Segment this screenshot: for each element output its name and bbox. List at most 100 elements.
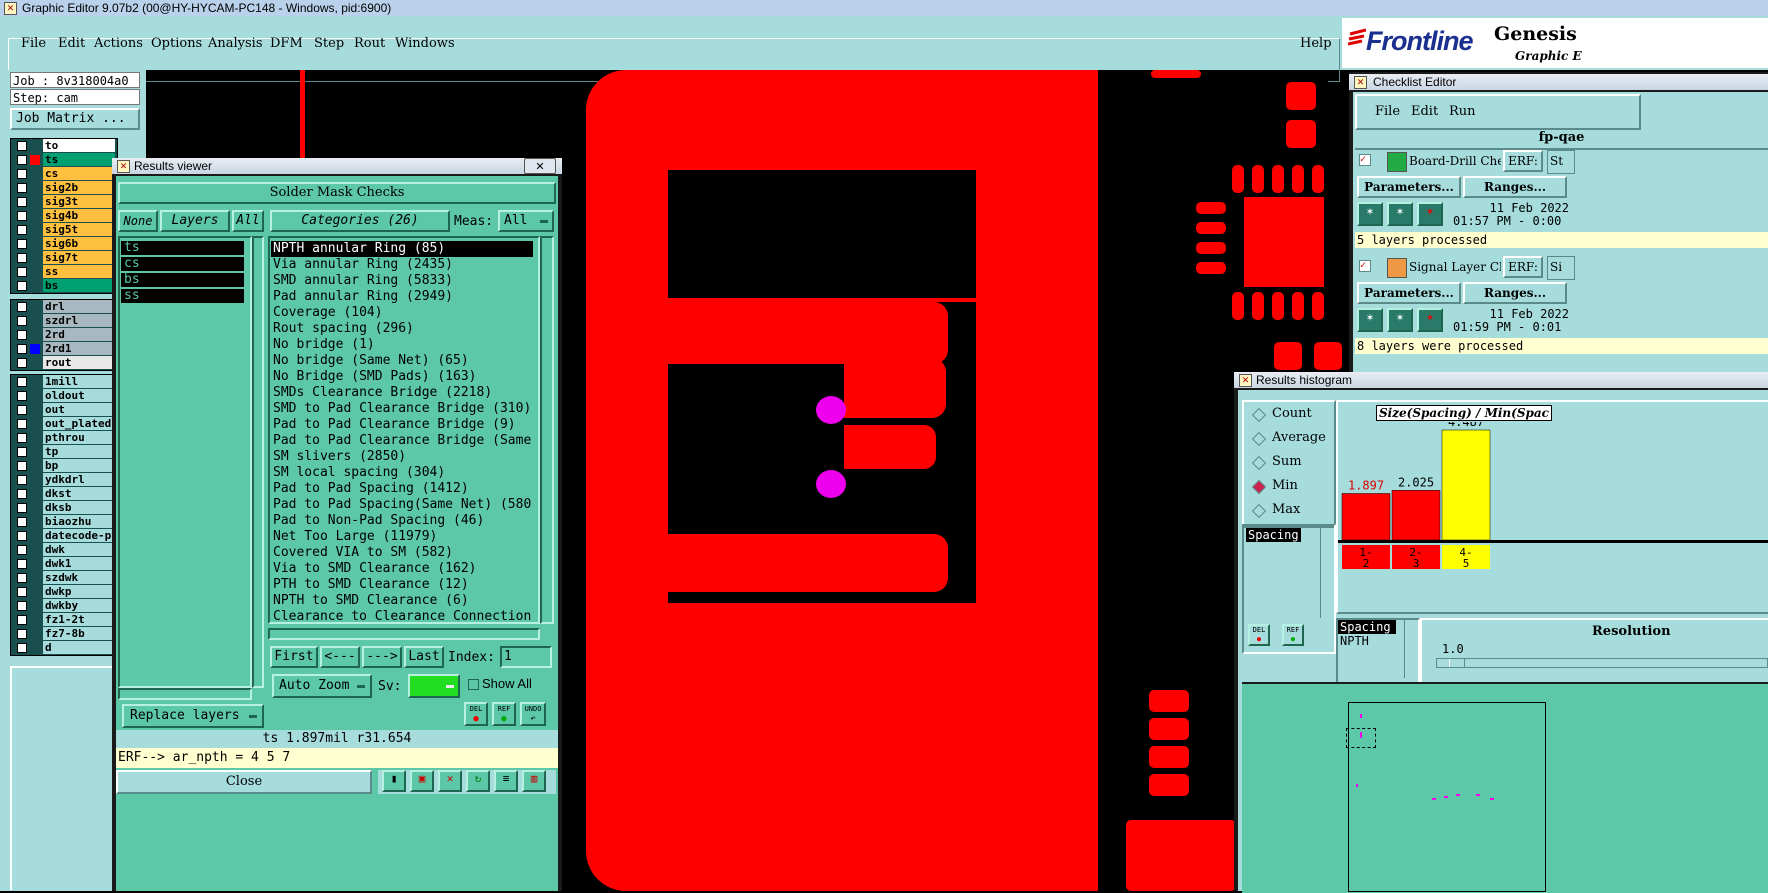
radio-icon[interactable] (1251, 479, 1267, 495)
category-item[interactable]: Pad annular Ring (2949) (271, 289, 538, 305)
replace-layers-dropdown[interactable]: Replace layers (122, 704, 264, 728)
violation-marker[interactable] (816, 470, 846, 498)
radio-icon[interactable] (1251, 503, 1267, 519)
layer-checkbox[interactable] (17, 433, 27, 443)
category-item[interactable]: Via to SMD Clearance (162) (271, 561, 538, 577)
category-item[interactable]: Pad to Pad Clearance Bridge (9) (271, 417, 538, 433)
layer-checkbox[interactable] (17, 344, 27, 354)
category-item[interactable]: NPTH to SMD Clearance (6) (271, 593, 538, 609)
category-item[interactable]: NPTH annular Ring (85) (271, 241, 533, 257)
layer-checkbox[interactable] (17, 531, 27, 541)
layer-checkbox[interactable] (17, 517, 27, 527)
categories-hscrollbar[interactable] (268, 628, 540, 640)
layers-button[interactable]: Layers (160, 210, 230, 232)
check-parameters-button[interactable]: Parameters... (1357, 282, 1461, 304)
all-layers-button[interactable]: All (232, 210, 264, 232)
run-check-icon[interactable]: ✶ (1357, 202, 1383, 226)
layer-row-bs[interactable]: bs (11, 279, 117, 293)
layer-row-out_plated[interactable]: out_plated (11, 417, 117, 431)
layer-checkbox[interactable] (17, 239, 27, 249)
layer-checkbox[interactable] (17, 503, 27, 513)
prev-button[interactable]: <--- (320, 646, 360, 668)
measure-list-2[interactable]: Spacing NPTH (1336, 618, 1420, 684)
mode-option-count[interactable]: Count (1250, 406, 1330, 424)
layer-checkbox[interactable] (17, 281, 27, 291)
category-item[interactable]: SM slivers (2850) (271, 449, 538, 465)
category-item[interactable]: SM local spacing (304) (271, 465, 538, 481)
stop-check-icon[interactable]: ✶ (1417, 202, 1443, 226)
layer-checkbox[interactable] (17, 447, 27, 457)
layer-row-to[interactable]: to (11, 139, 117, 153)
checklist-menu-edit[interactable]: Edit (1411, 104, 1438, 119)
category-item[interactable]: SMD to Pad Clearance Bridge (310) (271, 401, 538, 417)
category-item[interactable]: No bridge (Same Net) (65) (271, 353, 538, 369)
menu-file[interactable]: File (21, 36, 46, 51)
layer-checkbox[interactable] (17, 573, 27, 583)
layer-row-sig7t[interactable]: sig7t (11, 251, 117, 265)
sv-color-dropdown[interactable] (408, 674, 460, 698)
layer-row-pthrou[interactable]: pthrou (11, 431, 117, 445)
category-item[interactable]: Pad to Pad Clearance Bridge (Same (271, 433, 538, 449)
result-layer-item[interactable]: ss (121, 289, 244, 303)
toolbar-refresh-icon[interactable]: ↻ (466, 770, 490, 792)
category-item[interactable]: SMD annular Ring (5833) (271, 273, 538, 289)
mode-option-max[interactable]: Max (1250, 502, 1330, 520)
check-ranges-button[interactable]: Ranges... (1463, 176, 1567, 198)
layer-checkbox[interactable] (17, 141, 27, 151)
check-parameters-button[interactable]: Parameters... (1357, 176, 1461, 198)
layer-checkbox[interactable] (17, 391, 27, 401)
job-matrix-button[interactable]: Job Matrix ... (10, 108, 140, 130)
layer-checkbox[interactable] (17, 559, 27, 569)
auto-zoom-dropdown[interactable]: Auto Zoom (272, 674, 372, 698)
layer-row-1mill[interactable]: 1mill (11, 375, 117, 389)
layer-checkbox[interactable] (17, 316, 27, 326)
layer-row-sig6b[interactable]: sig6b (11, 237, 117, 251)
category-item[interactable]: Pad to Pad Spacing(Same Net) (580 (271, 497, 538, 513)
layer-checkbox[interactable] (17, 183, 27, 193)
layer-row-out[interactable]: out (11, 403, 117, 417)
layer-checkbox[interactable] (17, 587, 27, 597)
category-item[interactable]: Clearance to Clearance Connection (271, 609, 538, 622)
menu-dfm[interactable]: DFM (270, 36, 303, 51)
close-button[interactable]: Close (116, 770, 372, 794)
layer-row-szdwk[interactable]: szdwk (11, 571, 117, 585)
layer-checkbox[interactable] (17, 155, 27, 165)
measure-list-scrollbar[interactable] (1320, 526, 1331, 618)
last-button[interactable]: Last (404, 646, 444, 668)
category-item[interactable]: Net Too Large (11979) (271, 529, 538, 545)
result-layer-item[interactable]: ts (121, 241, 244, 255)
categories-button[interactable]: Categories (26) (270, 210, 450, 232)
result-layer-item[interactable]: cs (121, 257, 244, 271)
category-item[interactable]: Pad to Non-Pad Spacing (46) (271, 513, 538, 529)
layer-checkbox[interactable] (17, 253, 27, 263)
layer-row-dksb[interactable]: dksb (11, 501, 117, 515)
menu-edit[interactable]: Edit (58, 36, 85, 51)
layer-checkbox[interactable] (17, 267, 27, 277)
del-button[interactable]: DEL ● (464, 702, 488, 726)
menu-help[interactable]: Help (1300, 36, 1332, 51)
layer-row-szdrl[interactable]: szdrl (11, 314, 117, 328)
result-layer-item[interactable]: bs (121, 273, 244, 287)
layers-list[interactable]: ts cs bs ss (118, 236, 252, 688)
layer-checkbox[interactable] (17, 615, 27, 625)
layer-checkbox[interactable] (17, 330, 27, 340)
layer-row-d[interactable]: d (11, 641, 117, 655)
histogram-bar[interactable] (1441, 429, 1491, 541)
layers-hscrollbar[interactable] (118, 688, 252, 700)
layer-checkbox[interactable] (17, 461, 27, 471)
layer-row-dkst[interactable]: dkst (11, 487, 117, 501)
index-input[interactable]: 1 (500, 646, 552, 668)
violation-marker[interactable] (816, 396, 846, 424)
layer-row-dwkp[interactable]: dwkp (11, 585, 117, 599)
check-erf-button[interactable]: ERF: (1503, 256, 1543, 278)
layer-row-sig3t[interactable]: sig3t (11, 195, 117, 209)
layer-checkbox[interactable] (17, 377, 27, 387)
layer-row-dwk1[interactable]: dwk1 (11, 557, 117, 571)
layer-row-dwk[interactable]: dwk (11, 543, 117, 557)
layer-row-sig4b[interactable]: sig4b (11, 209, 117, 223)
measure-list[interactable]: Spacing DEL ● REF ● (1242, 524, 1336, 654)
radio-icon[interactable] (1251, 407, 1267, 423)
radio-icon[interactable] (1251, 431, 1267, 447)
results-viewer-close-icon[interactable]: ✕ (524, 158, 556, 174)
layers-scrollbar[interactable] (252, 236, 264, 688)
